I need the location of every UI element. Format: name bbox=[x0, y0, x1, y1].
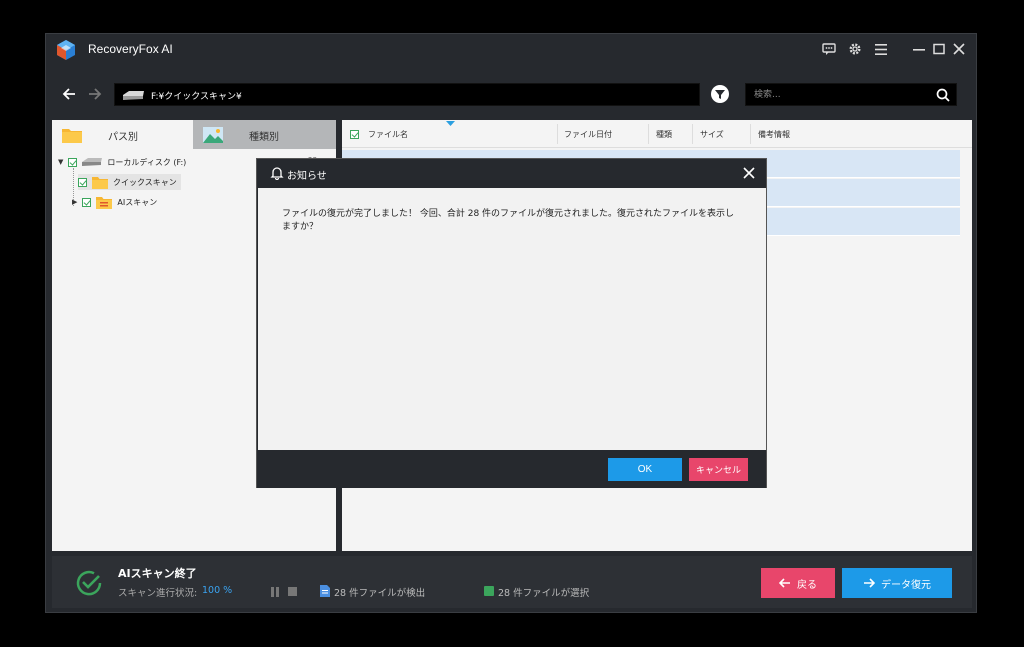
bell-icon bbox=[270, 167, 284, 180]
arrow-left-icon bbox=[779, 578, 790, 588]
column-divider bbox=[692, 124, 693, 144]
table-header: ファイル名 ファイル日付 種類 サイズ 備考情報 bbox=[342, 120, 972, 148]
ai-folder-icon bbox=[96, 196, 113, 209]
menu-icon[interactable] bbox=[872, 40, 890, 58]
app-title: RecoveryFox AI bbox=[88, 42, 173, 56]
column-divider bbox=[648, 124, 649, 144]
dialog-footer: OK キャンセル bbox=[257, 450, 766, 488]
tree-item-label: ローカルディスク (F:) bbox=[107, 157, 187, 167]
pause-icon[interactable] bbox=[270, 587, 280, 597]
back-arrow-icon[interactable] bbox=[60, 85, 78, 103]
search-icon[interactable] bbox=[935, 87, 951, 103]
checkbox[interactable] bbox=[68, 157, 78, 167]
collapse-arrow-icon[interactable]: ▼ bbox=[58, 158, 63, 166]
document-icon bbox=[320, 585, 330, 597]
dialog-body: ファイルの復元が完了しました！ 今回、合計 28 件のファイルが復元されました。… bbox=[258, 188, 766, 450]
tab-by-path[interactable]: パス別 bbox=[52, 120, 193, 149]
minimize-icon[interactable] bbox=[910, 40, 928, 58]
column-divider bbox=[557, 124, 558, 144]
app-logo-icon bbox=[57, 40, 75, 60]
tab-by-type[interactable]: 種類別 bbox=[193, 120, 336, 149]
dialog-message: ファイルの復元が完了しました！ 今回、合計 28 件のファイルが復元されました。… bbox=[282, 209, 735, 232]
selected-check-icon bbox=[484, 586, 494, 596]
column-header-filename[interactable]: ファイル名 bbox=[368, 129, 408, 140]
drive-icon bbox=[82, 158, 103, 166]
files-found-count: 28 件ファイルが検出 bbox=[334, 588, 426, 599]
files-selected-count: 28 件ファイルが選択 bbox=[498, 588, 590, 599]
tree-item-label: AIスキャン bbox=[117, 197, 158, 207]
back-button[interactable]: 戻る bbox=[761, 568, 835, 598]
ok-button[interactable]: OK bbox=[608, 458, 682, 481]
close-icon[interactable] bbox=[741, 165, 757, 181]
settings-gear-icon[interactable] bbox=[846, 40, 864, 58]
column-header-notes[interactable]: 備考情報 bbox=[758, 129, 790, 140]
column-divider bbox=[750, 124, 751, 144]
arrow-right-icon bbox=[864, 578, 875, 588]
forward-arrow-icon[interactable] bbox=[86, 85, 104, 103]
expand-arrow-icon[interactable]: ▶ bbox=[72, 198, 77, 206]
column-header-type[interactable]: 種類 bbox=[656, 129, 672, 140]
scan-progress-label: スキャン進行状況: bbox=[118, 588, 198, 599]
select-all-checkbox[interactable] bbox=[350, 130, 359, 139]
column-header-size[interactable]: サイズ bbox=[700, 129, 724, 140]
address-bar: F:¥クイックスキャン¥ bbox=[46, 76, 976, 116]
tree-item-quick-scan[interactable]: クイックスキャン bbox=[78, 174, 181, 190]
dialog-header: お知らせ bbox=[257, 159, 766, 188]
feedback-icon[interactable] bbox=[820, 40, 838, 58]
column-header-date[interactable]: ファイル日付 bbox=[564, 129, 612, 140]
checkbox[interactable] bbox=[78, 177, 87, 187]
checkbox[interactable] bbox=[82, 197, 92, 207]
scan-complete-check-icon bbox=[76, 570, 102, 596]
cancel-button[interactable]: キャンセル bbox=[689, 458, 748, 481]
recover-button-label: データ復元 bbox=[881, 579, 931, 591]
folder-icon bbox=[92, 176, 108, 189]
tree-item-label: クイックスキャン bbox=[113, 177, 177, 187]
search-input[interactable] bbox=[754, 88, 924, 102]
search-box bbox=[745, 83, 957, 106]
sort-indicator-icon bbox=[446, 121, 455, 126]
filter-icon[interactable] bbox=[710, 84, 730, 104]
path-text: F:¥クイックスキャン¥ bbox=[151, 92, 242, 102]
stop-icon[interactable] bbox=[288, 587, 297, 596]
path-field[interactable]: F:¥クイックスキャン¥ bbox=[114, 83, 700, 106]
tree-item-local-disk[interactable]: ▼ ローカルディスク (F:) bbox=[58, 154, 186, 170]
title-bar: RecoveryFox AI bbox=[46, 34, 976, 66]
tree-item-ai-scan[interactable]: ▶ AIスキャン bbox=[72, 194, 157, 210]
scan-progress-value: 100 % bbox=[202, 585, 233, 596]
tab-by-path-label: パス別 bbox=[108, 132, 138, 143]
scan-status-title: AIスキャン終了 bbox=[118, 567, 197, 580]
recover-data-button[interactable]: データ復元 bbox=[842, 568, 952, 598]
dialog-title: お知らせ bbox=[287, 171, 327, 182]
drive-icon bbox=[123, 91, 144, 100]
status-bar: AIスキャン終了 スキャン進行状況: 100 % 28 件ファイルが検出 28 … bbox=[52, 556, 972, 608]
notice-dialog: お知らせ ファイルの復元が完了しました！ 今回、合計 28 件のファイルが復元さ… bbox=[256, 158, 767, 488]
folder-icon bbox=[62, 129, 82, 143]
image-icon bbox=[203, 127, 223, 143]
maximize-icon[interactable] bbox=[930, 40, 948, 58]
close-window-icon[interactable] bbox=[950, 40, 968, 58]
back-button-label: 戻る bbox=[797, 579, 817, 591]
tab-by-type-label: 種類別 bbox=[249, 132, 279, 143]
